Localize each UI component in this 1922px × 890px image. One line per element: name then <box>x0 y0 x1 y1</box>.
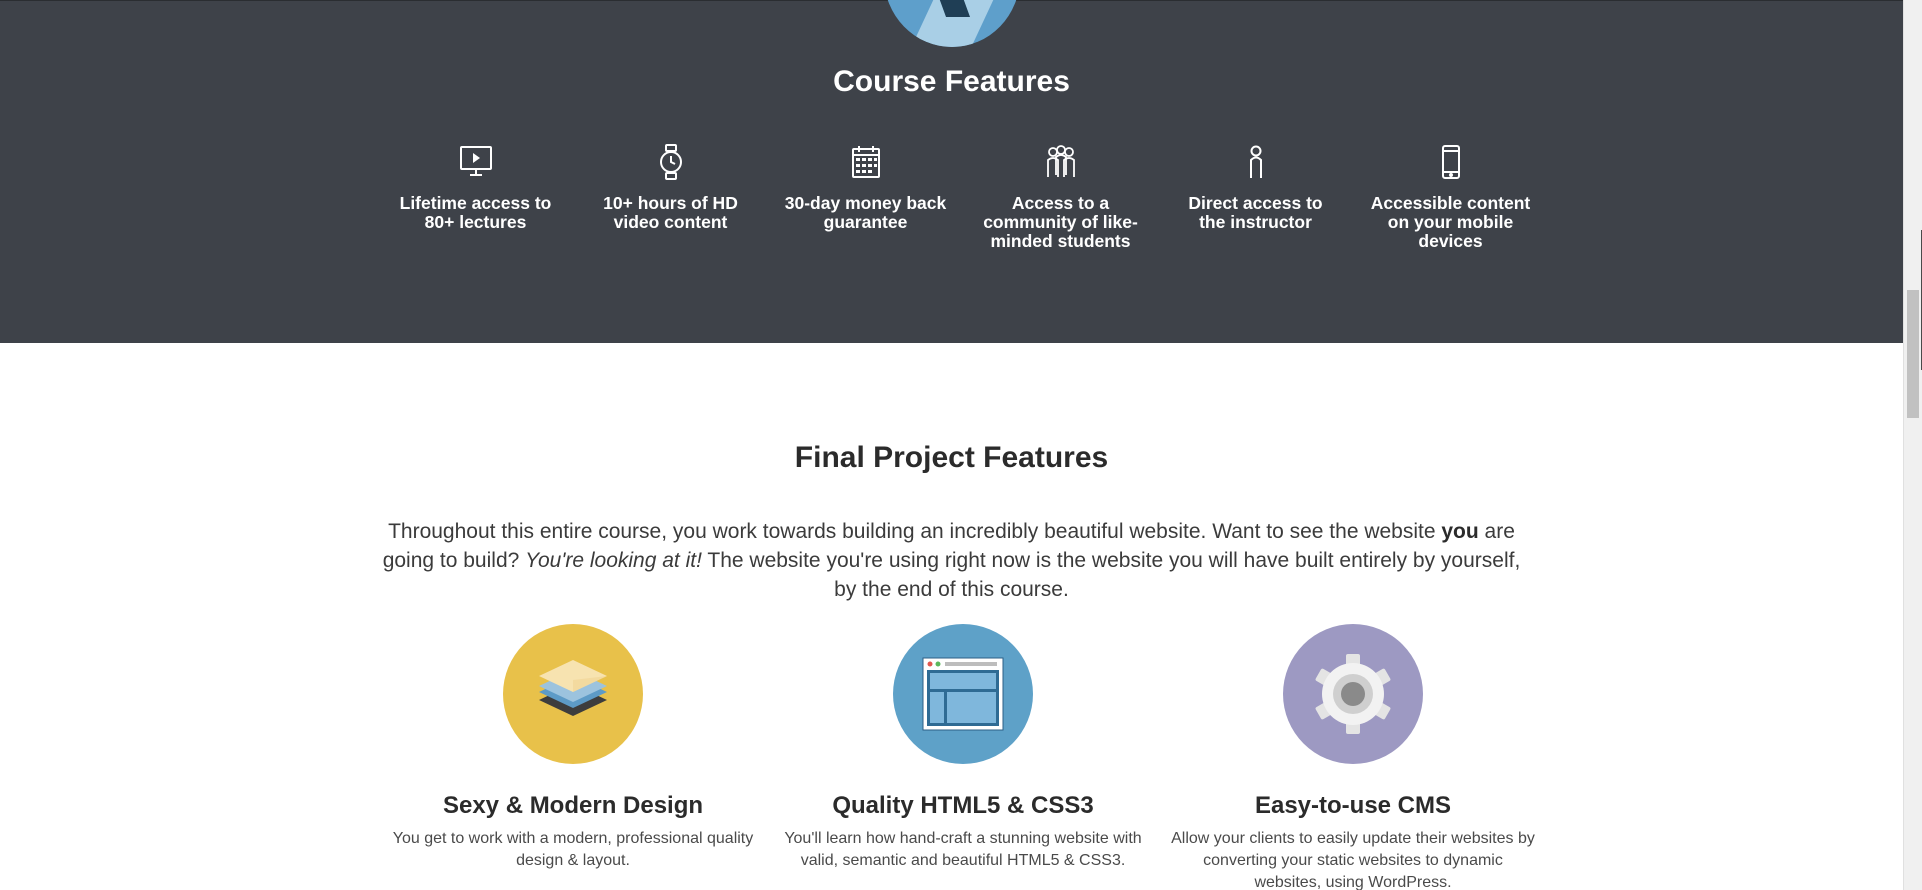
feature-label: 30-day money back guarantee <box>784 193 947 232</box>
project-title: Quality HTML5 & CSS3 <box>832 792 1094 819</box>
project-feature-html-css: Quality HTML5 & CSS3 You'll learn how ha… <box>768 624 1158 890</box>
feature-label: Direct access to the instructor <box>1188 193 1323 232</box>
project-feature-cms: Easy-to-use CMS Allow your clients to ea… <box>1158 624 1548 890</box>
final-project-intro: Throughout this entire course, you work … <box>382 520 1521 601</box>
project-feature-design: Sexy & Modern Design You get to work wit… <box>378 624 768 890</box>
course-features-title: Course Features <box>833 65 1070 98</box>
browser-viewport: Course Features Lifetime access to 80+ l… <box>0 0 1922 890</box>
project-description: You'll learn how hand-craft a stunning w… <box>784 830 1142 869</box>
instructor-avatar <box>884 0 1020 47</box>
stopwatch-icon <box>651 144 691 180</box>
person-icon <box>1236 144 1276 180</box>
people-group-icon <box>1041 144 1081 180</box>
gear-icon <box>1283 624 1423 764</box>
intro-emphasis: you <box>1441 520 1479 543</box>
project-title: Sexy & Modern Design <box>442 792 704 819</box>
intro-italic: You're looking at it! <box>525 549 702 572</box>
layers-icon <box>503 624 643 764</box>
project-description: Allow your clients to easily update thei… <box>1171 830 1535 890</box>
feature-label: 10+ hours of HD video content <box>603 193 738 232</box>
project-title: Easy-to-use CMS <box>1254 792 1452 819</box>
calendar-icon <box>846 144 886 180</box>
feature-community: Access to a community of like-minded stu… <box>963 144 1158 251</box>
course-features-list: Lifetime access to 80+ lectures 10+ hour… <box>378 144 1548 251</box>
monitor-play-icon <box>456 144 496 180</box>
project-description: You get to work with a modern, professio… <box>392 830 754 869</box>
feature-label: Access to a community of like-minded stu… <box>983 193 1138 251</box>
feature-label: Lifetime access to 80+ lectures <box>399 193 552 232</box>
scrollbar-thumb[interactable] <box>1907 290 1919 418</box>
browser-window-icon <box>893 624 1033 764</box>
mobile-phone-icon <box>1431 144 1471 180</box>
feature-label: Accessible content on your mobile device… <box>1370 193 1531 251</box>
page: Course Features Lifetime access to 80+ l… <box>0 0 1903 890</box>
feature-mobile-content: Accessible content on your mobile device… <box>1353 144 1548 251</box>
course-features-section: Course Features Lifetime access to 80+ l… <box>0 0 1903 343</box>
feature-video-hours: 10+ hours of HD video content <box>573 144 768 251</box>
vertical-scrollbar[interactable] <box>1903 0 1922 890</box>
project-features-list: Sexy & Modern Design You get to work wit… <box>378 624 1548 890</box>
feature-money-back: 30-day money back guarantee <box>768 144 963 251</box>
feature-instructor-access: Direct access to the instructor <box>1158 144 1353 251</box>
feature-lifetime-access: Lifetime access to 80+ lectures <box>378 144 573 251</box>
final-project-title: Final Project Features <box>794 441 1109 474</box>
